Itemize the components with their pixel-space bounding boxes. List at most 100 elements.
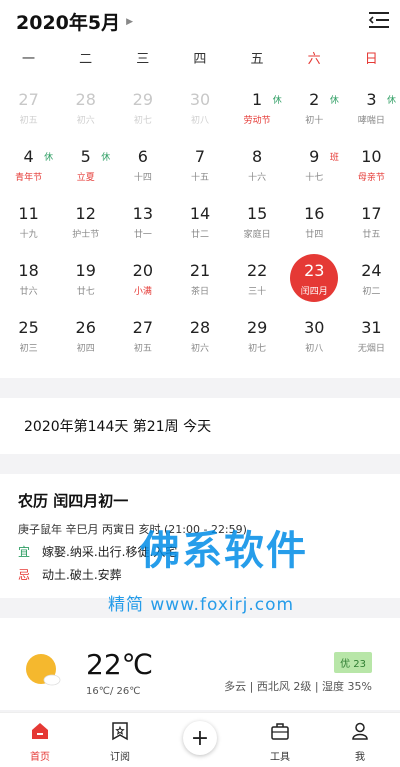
calendar-day[interactable]: 15 家庭日 — [229, 192, 286, 249]
lunar-day-label: 初七 — [133, 116, 152, 126]
lunar-day-label: 初六 — [190, 344, 209, 354]
calendar-day[interactable]: 14 廿二 — [171, 192, 228, 249]
lunar-day-label: 十五 — [190, 173, 209, 183]
menu-icon[interactable] — [368, 10, 390, 30]
day-number: 16 — [304, 204, 325, 223]
calendar-grid: 27 初五 28 初六 29 初七 30 初八 1 劳动节休 2 初十休 3 哮喘日休 4 青年节休 5 立夏休 6… — [0, 78, 400, 378]
lunar-day-label: 茶日 — [190, 287, 209, 297]
lunar-day-label: 初七 — [248, 344, 267, 354]
calendar-day[interactable]: 19 廿七 — [57, 249, 114, 306]
lunar-day-label: 廿六 — [19, 287, 38, 297]
day-number: 8 — [252, 147, 263, 166]
lunar-day-label: 小满 — [133, 287, 152, 297]
calendar-day[interactable]: 28 初六 — [171, 306, 228, 363]
day-number: 17 — [361, 204, 382, 223]
calendar-day[interactable]: 22 三十 — [229, 249, 286, 306]
calendar-day[interactable]: 2 初十休 — [286, 78, 343, 135]
lunar-day-label: 青年节 — [15, 173, 43, 183]
lunar-title: 农历 闰四月初一 — [18, 492, 129, 510]
partly-cloudy-icon — [26, 654, 61, 686]
calendar-day[interactable]: 21 茶日 — [171, 249, 228, 306]
holiday-badge: 休 — [101, 153, 111, 163]
calendar-day[interactable]: 24 初二 — [343, 249, 400, 306]
day-number: 14 — [189, 204, 211, 223]
day-number: 27 — [18, 90, 39, 109]
calendar-day[interactable]: 16 廿四 — [286, 192, 343, 249]
lunar-day-label: 廿四 — [305, 230, 324, 240]
subscribe-icon — [112, 722, 128, 741]
holiday-badge: 休 — [329, 96, 339, 106]
day-number: 19 — [75, 261, 96, 280]
holiday-badge: 休 — [386, 96, 396, 106]
tab-tools[interactable]: 工具 — [240, 713, 320, 767]
holiday-badge: 休 — [272, 96, 282, 106]
lunar-day-label: 立夏 — [76, 173, 95, 183]
lunar-day-label: 初二 — [362, 287, 381, 297]
day-number: 11 — [18, 204, 39, 223]
calendar-day[interactable]: 5 立夏休 — [57, 135, 114, 192]
bottom-tab-bar: 首页 订阅 + 工具 我 — [0, 712, 400, 767]
lunar-day-label: 闰四月 — [300, 287, 328, 297]
calendar-day[interactable]: 17 廿五 — [343, 192, 400, 249]
weekday-label: 四 — [193, 52, 207, 67]
tab-label: 订阅 — [110, 752, 130, 763]
calendar-day[interactable]: 13 廿一 — [114, 192, 171, 249]
lunar-day-label: 廿一 — [133, 230, 152, 240]
lunar-day-label: 劳动节 — [243, 116, 271, 126]
temperature: 22℃ — [86, 648, 154, 681]
watermark-url: 精简 www.foxirj.com — [108, 595, 295, 615]
tab-add[interactable]: + — [160, 713, 240, 767]
caret-right-icon[interactable]: ▶ — [126, 17, 133, 27]
calendar-day[interactable]: 28 初六 — [57, 78, 114, 135]
calendar-day[interactable]: 11 十九 — [0, 192, 57, 249]
calendar-day[interactable]: 1 劳动节休 — [229, 78, 286, 135]
day-number: 24 — [361, 261, 382, 280]
calendar-day[interactable]: 18 廿六 — [0, 249, 57, 306]
weekday-label: 日 — [364, 52, 378, 67]
day-number: 23 — [304, 261, 325, 280]
month-title[interactable]: 2020年5月 — [16, 8, 120, 35]
tab-subscribe[interactable]: 订阅 — [80, 713, 160, 767]
user-icon — [352, 722, 368, 740]
calendar-day-today[interactable]: 23 闰四月 — [286, 249, 343, 306]
day-number: 10 — [361, 147, 382, 166]
day-number: 15 — [246, 204, 268, 223]
calendar-day[interactable]: 31 无烟日 — [343, 306, 400, 363]
calendar-day[interactable]: 25 初三 — [0, 306, 57, 363]
weekday-label: 三 — [136, 52, 150, 67]
calendar-day[interactable]: 29 初七 — [229, 306, 286, 363]
day-number: 25 — [18, 318, 39, 337]
add-icon[interactable]: + — [183, 721, 217, 755]
calendar-day[interactable]: 10 母亲节 — [343, 135, 400, 192]
calendar-day[interactable]: 30 初八 — [286, 306, 343, 363]
calendar-day[interactable]: 8 十六 — [229, 135, 286, 192]
calendar-day[interactable]: 27 初五 — [0, 78, 57, 135]
lunar-day-label: 初八 — [305, 344, 324, 354]
day-number: 27 — [132, 318, 154, 337]
day-number: 28 — [189, 318, 211, 337]
weather-card[interactable]: 22℃ 16℃/ 26℃ 优 23 多云 | 西北风 2级 | 湿度 35% — [0, 618, 400, 710]
lunar-day-label: 家庭日 — [243, 230, 271, 240]
lunar-day-label: 初八 — [190, 116, 209, 126]
toolbox-icon — [271, 723, 289, 740]
calendar-day[interactable]: 29 初七 — [114, 78, 171, 135]
calendar-day[interactable]: 20 小满 — [114, 249, 171, 306]
calendar-day[interactable]: 3 哮喘日休 — [343, 78, 400, 135]
calendar-day[interactable]: 26 初四 — [57, 306, 114, 363]
calendar-day[interactable]: 27 初五 — [114, 306, 171, 363]
calendar-day[interactable]: 7 十五 — [171, 135, 228, 192]
ji-text: 动土.破土.安葬 — [42, 568, 122, 582]
calendar-day[interactable]: 12 护士节 — [57, 192, 114, 249]
calendar-day[interactable]: 6 十四 — [114, 135, 171, 192]
temperature-range: 16℃/ 26℃ — [86, 686, 141, 697]
tab-me[interactable]: 我 — [320, 713, 400, 767]
weekday-label: 二 — [79, 52, 93, 67]
tab-home[interactable]: 首页 — [0, 713, 80, 767]
calendar-day[interactable]: 9 十七班 — [286, 135, 343, 192]
calendar-day[interactable]: 30 初八 — [171, 78, 228, 135]
calendar-day[interactable]: 4 青年节休 — [0, 135, 57, 192]
lunar-day-label: 十六 — [248, 173, 267, 183]
lunar-day-label: 廿七 — [76, 287, 95, 297]
lunar-day-label: 初三 — [19, 344, 38, 354]
day-number: 28 — [75, 90, 96, 109]
